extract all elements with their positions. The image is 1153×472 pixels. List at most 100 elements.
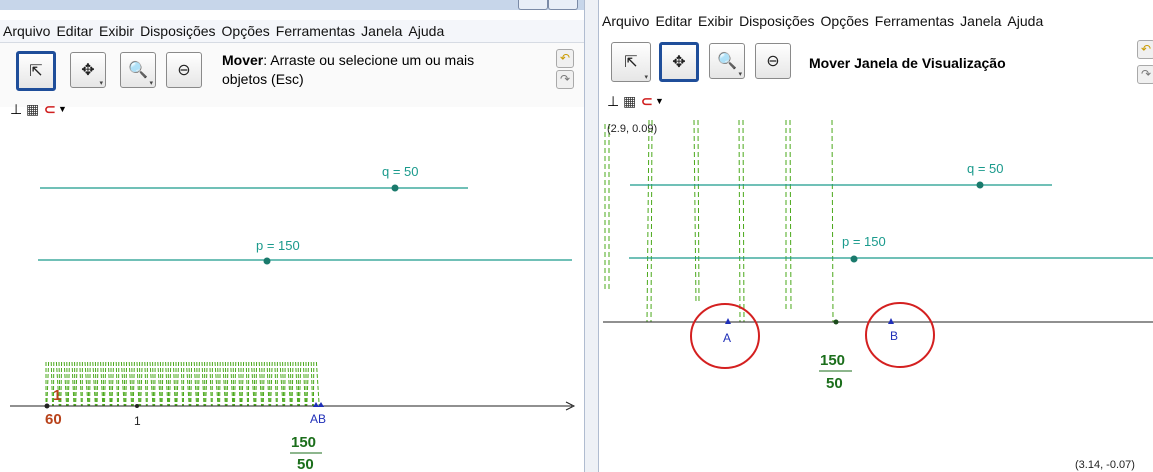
tool-description-line2: objetos (Esc) bbox=[222, 71, 304, 87]
toolbar: ⇱ ✥ ▾ 🔍 ▾ ⊖ Mover: Arraste ou selecione um… bbox=[0, 43, 584, 107]
zoom-in-tool-button[interactable]: 🔍 ▾ bbox=[709, 43, 745, 79]
dashed-line bbox=[63, 361, 68, 407]
zoom-in-icon: 🔍 bbox=[717, 53, 737, 70]
red-label-bottom: 60 bbox=[45, 411, 62, 428]
dashed-line bbox=[67, 361, 70, 407]
cursor-arrow-icon: ⇱ bbox=[29, 63, 43, 80]
dashed-line bbox=[66, 361, 68, 407]
dashed-line bbox=[196, 361, 198, 407]
redo-button[interactable]: ↷ bbox=[1137, 65, 1153, 84]
menu-item[interactable]: Exibir bbox=[695, 10, 736, 29]
move-tool-button[interactable]: ⇱ bbox=[16, 51, 56, 91]
dashed-line bbox=[176, 361, 180, 407]
move-cross-icon: ✥ bbox=[672, 54, 686, 71]
undo-button[interactable]: ↶ bbox=[556, 49, 574, 68]
window-button[interactable] bbox=[518, 0, 548, 10]
dashed-line bbox=[233, 361, 237, 407]
menu-item[interactable]: Opções bbox=[818, 10, 872, 29]
point-capture-icon[interactable]: ⊂ bbox=[44, 101, 56, 118]
point-b-marker[interactable] bbox=[888, 318, 894, 324]
menu-item[interactable]: Ajuda bbox=[405, 20, 447, 39]
dashed-line bbox=[266, 361, 270, 407]
move-view-tool-button[interactable]: ✥ bbox=[659, 42, 699, 82]
point-p[interactable] bbox=[850, 255, 858, 263]
dashed-line bbox=[302, 361, 306, 407]
menu-item[interactable]: Opções bbox=[219, 20, 273, 39]
menu-item[interactable]: Disposições bbox=[736, 10, 817, 29]
dashed-line bbox=[96, 361, 99, 407]
dashed-line bbox=[79, 361, 82, 407]
point-q[interactable] bbox=[391, 184, 399, 192]
menu-item[interactable]: Janela bbox=[358, 20, 405, 39]
menu-item[interactable]: Arquivo bbox=[599, 10, 652, 29]
menu-item[interactable]: Exibir bbox=[96, 20, 137, 39]
dashed-line bbox=[219, 361, 221, 407]
dropdown-arrow-icon[interactable]: ▼ bbox=[58, 104, 67, 114]
zoom-in-tool-button[interactable]: 🔍 ▾ bbox=[120, 52, 156, 88]
point-a-marker[interactable] bbox=[725, 318, 731, 324]
dashed-line bbox=[128, 361, 133, 407]
menu-item[interactable]: Ajuda bbox=[1004, 10, 1046, 29]
dashed-line bbox=[646, 119, 650, 323]
dashed-line bbox=[295, 361, 299, 407]
points-ab-label: AB bbox=[310, 412, 326, 426]
fraction-denominator: 50 bbox=[826, 375, 843, 392]
dashed-line bbox=[103, 361, 107, 407]
menu-item[interactable]: Arquivo bbox=[0, 20, 53, 39]
vertical-dashed-lines bbox=[604, 119, 834, 323]
axes-toggle-icon[interactable]: ⊥ bbox=[10, 101, 22, 118]
dashed-line bbox=[131, 361, 133, 407]
dashed-line bbox=[92, 361, 96, 407]
dashed-line bbox=[136, 361, 140, 407]
axis-point bbox=[44, 403, 50, 409]
move-view-tool-button[interactable]: ✥ ▾ bbox=[70, 52, 106, 88]
line-p-label: p = 150 bbox=[256, 238, 300, 253]
dashed-line bbox=[738, 119, 741, 323]
cursor-arrow-icon: ⇱ bbox=[624, 54, 638, 71]
menu-item[interactable]: Ferramentas bbox=[872, 10, 957, 29]
dashed-line bbox=[831, 119, 834, 323]
move-tool-button[interactable]: ⇱ ▾ bbox=[611, 42, 651, 82]
fraction-denominator: 50 bbox=[297, 456, 314, 472]
axis-point bbox=[833, 319, 839, 325]
menu-item[interactable]: Disposições bbox=[137, 20, 218, 39]
redo-icon: ↷ bbox=[559, 72, 571, 86]
fraction-numerator: 150 bbox=[820, 352, 845, 369]
dashed-line bbox=[255, 361, 258, 407]
dashed-line bbox=[111, 361, 115, 407]
dashed-line bbox=[71, 361, 75, 407]
menu-item[interactable]: Janela bbox=[957, 10, 1004, 29]
dropdown-arrow-icon[interactable]: ▼ bbox=[655, 96, 664, 106]
grid-toggle-icon[interactable]: ▦ bbox=[623, 93, 636, 110]
graphics-view[interactable]: q = 50 p = 150 A B 150 50 bbox=[599, 114, 1153, 472]
menu-item[interactable]: Editar bbox=[53, 20, 96, 39]
dashed-line bbox=[697, 119, 700, 305]
zoom-out-tool-button[interactable]: ⊖ bbox=[166, 52, 202, 88]
point-capture-icon[interactable]: ⊂ bbox=[641, 93, 653, 110]
line-p-label: p = 150 bbox=[842, 234, 886, 249]
dashed-line bbox=[89, 361, 91, 407]
zoom-out-tool-button[interactable]: ⊖ bbox=[755, 43, 791, 79]
dashed-line bbox=[144, 361, 147, 407]
point-q[interactable] bbox=[976, 181, 984, 189]
move-cross-icon: ✥ bbox=[81, 62, 95, 79]
grid-toggle-icon[interactable]: ▦ bbox=[26, 101, 39, 118]
graphics-view[interactable]: q = 50 p = 150 1 1 60 AB 150 50 bbox=[0, 120, 584, 472]
menu-item[interactable]: Ferramentas bbox=[273, 20, 358, 39]
window-button[interactable] bbox=[548, 0, 578, 10]
menu-item[interactable]: Editar bbox=[652, 10, 695, 29]
dense-dashed-lines bbox=[45, 361, 320, 407]
tool-tip: Mover Janela de Visualização bbox=[809, 54, 1006, 73]
undo-button[interactable]: ↶ bbox=[1137, 40, 1153, 59]
redo-icon: ↷ bbox=[1140, 67, 1152, 81]
toolbar: ⇱ ▾ ✥ 🔍 ▾ ⊖ Mover Janela de Visualização ↶… bbox=[599, 34, 1153, 98]
menu-bar: Arquivo Editar Exibir Disposições Opções Ferr… bbox=[0, 20, 584, 43]
dashed-line bbox=[310, 361, 314, 407]
dashed-line bbox=[224, 361, 227, 407]
dashed-line bbox=[226, 361, 229, 407]
point-p[interactable] bbox=[263, 257, 271, 265]
tick-label-1: 1 bbox=[134, 414, 141, 428]
dashed-line bbox=[230, 361, 234, 407]
axes-toggle-icon[interactable]: ⊥ bbox=[607, 93, 619, 110]
redo-button[interactable]: ↷ bbox=[556, 70, 574, 89]
